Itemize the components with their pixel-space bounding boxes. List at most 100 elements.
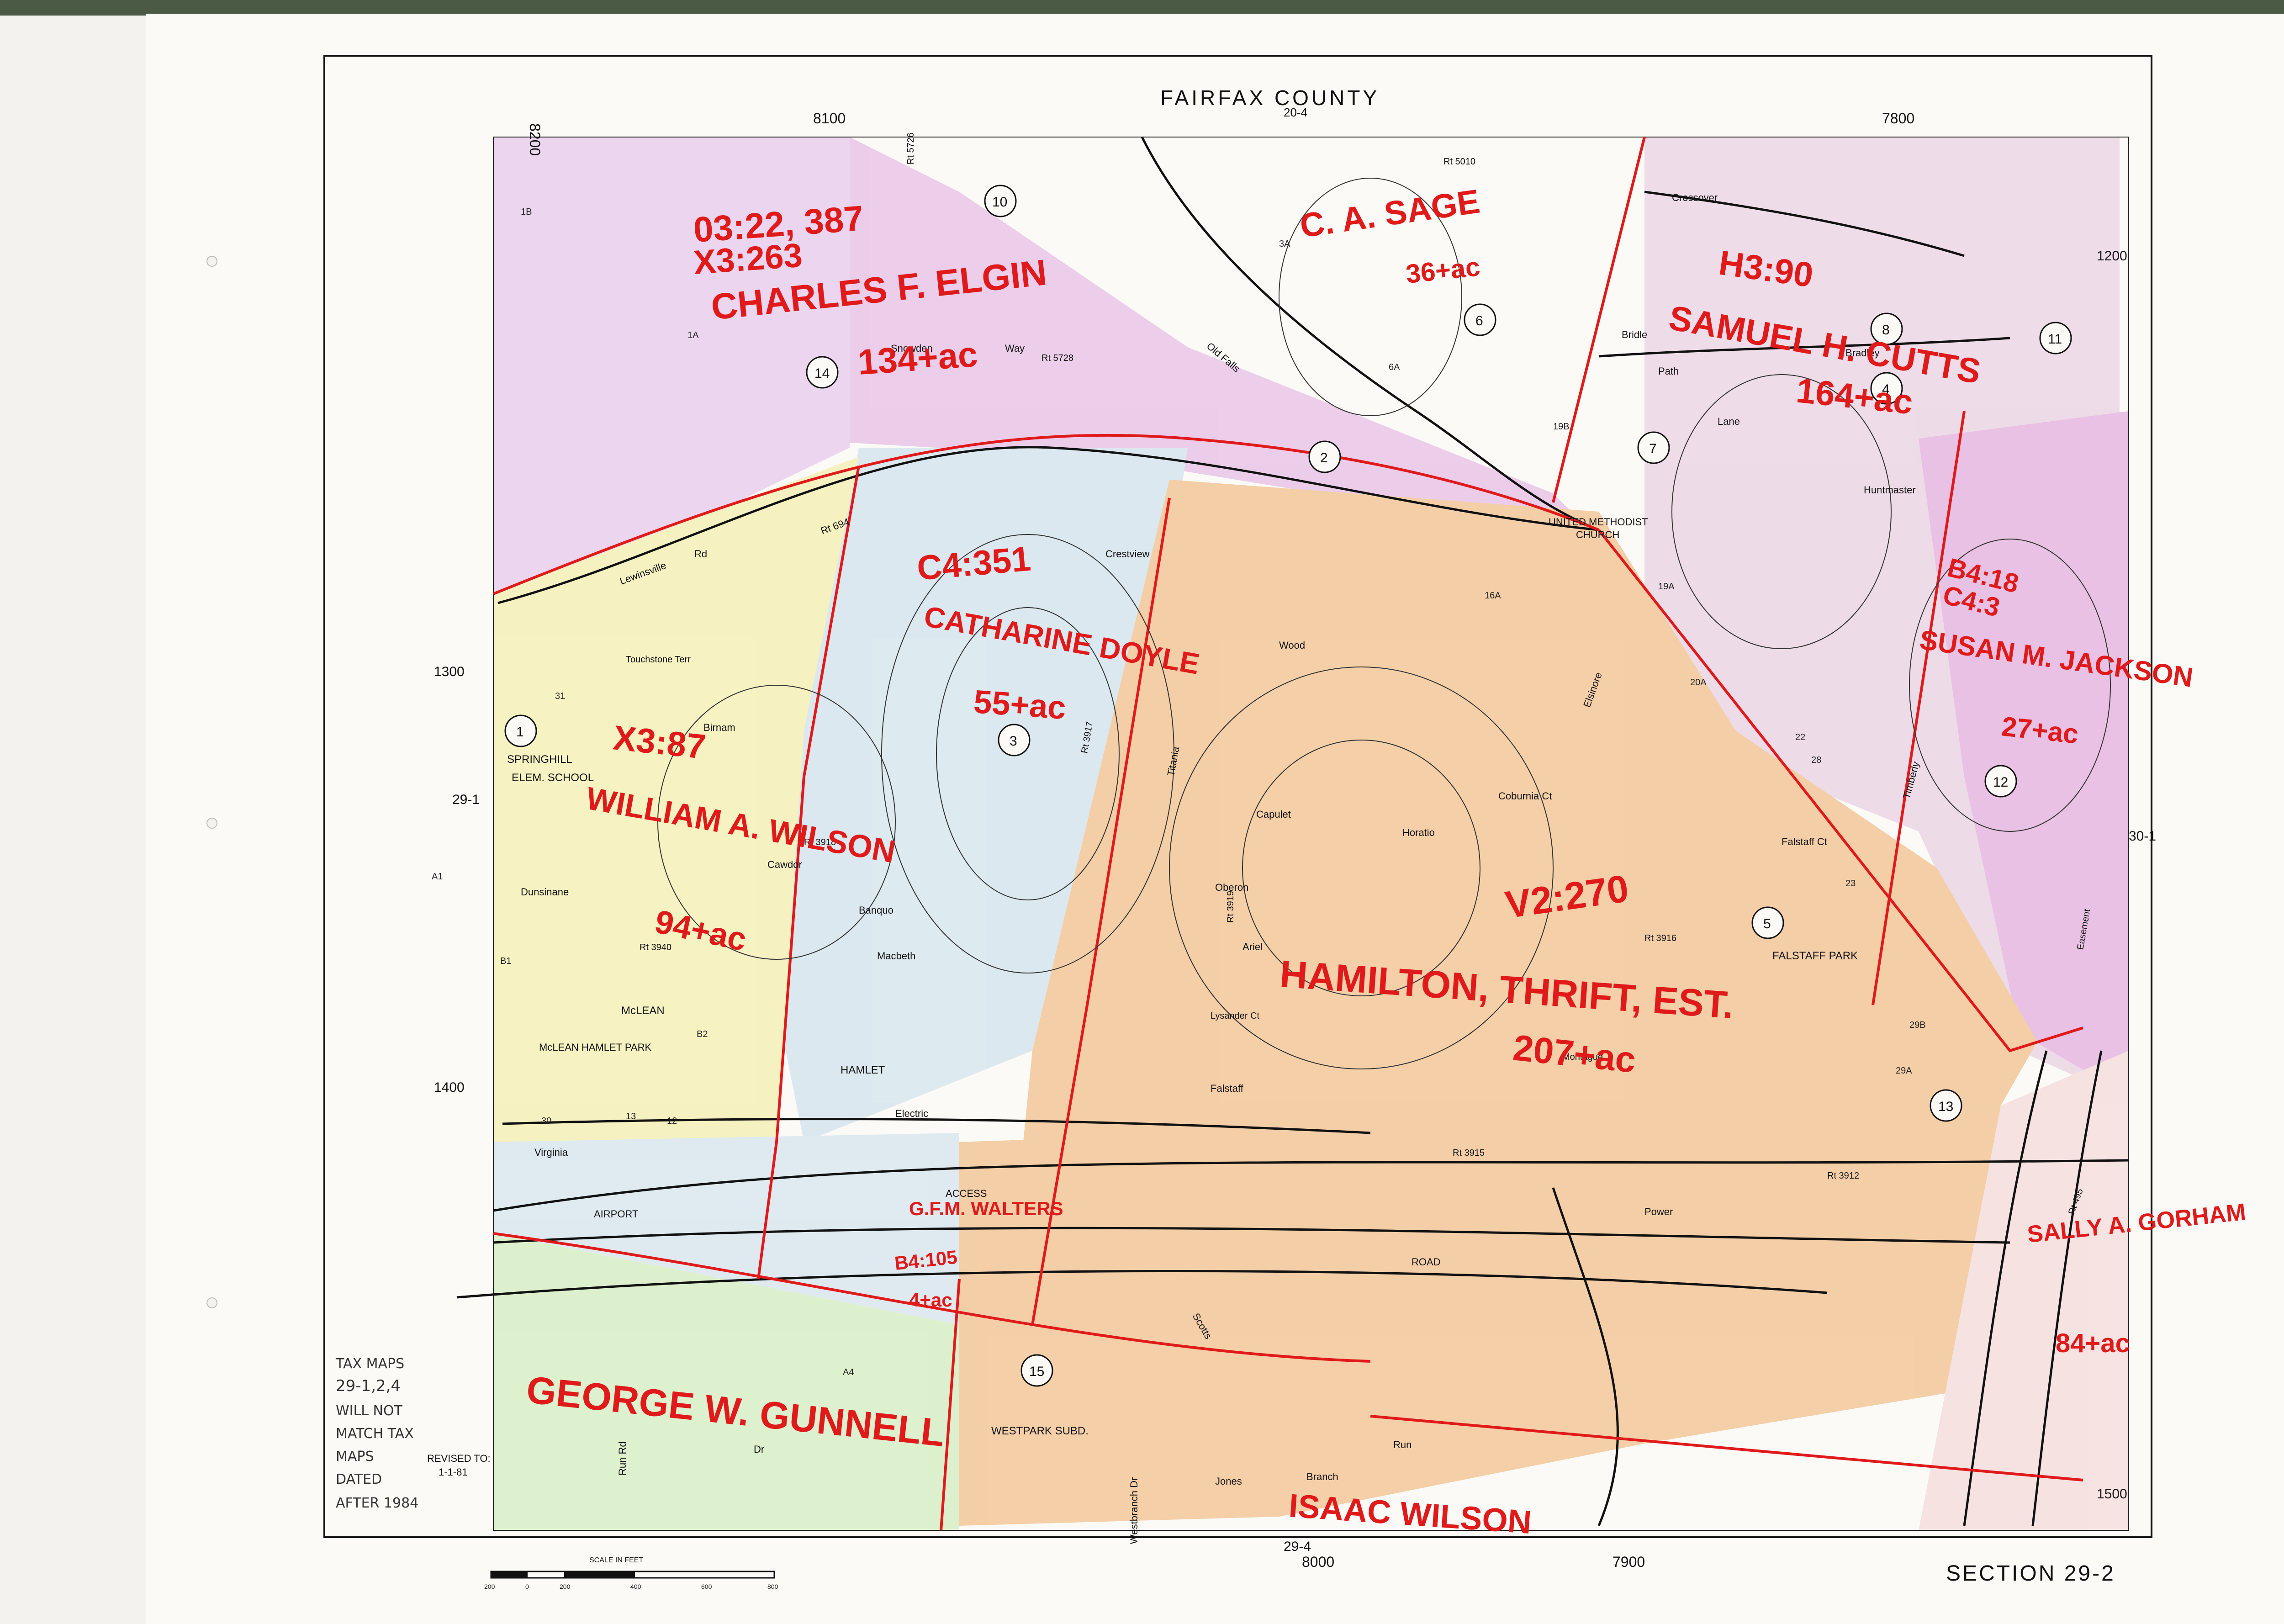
right-map-ref: 30-1 [2129, 829, 2156, 844]
parcel-number: 1 [516, 725, 524, 740]
isaac-wilson-name: ISAAC WILSON [1288, 1487, 1533, 1541]
route-label: Rt 3915 [1453, 1148, 1485, 1158]
church-label-2: CHURCH [1576, 529, 1619, 540]
wood-label: Wood [1279, 640, 1305, 651]
scale-bar: SCALE IN FEET 200 0 200 400 600 800 [484, 1556, 778, 1590]
macbeth-label: Macbeth [877, 950, 915, 962]
route-label: Rt 5010 [1443, 157, 1475, 167]
lot-number: 22 [1795, 732, 1805, 742]
huntmaster-label: Huntmaster [1864, 484, 1916, 496]
parcel-number: 7 [1649, 441, 1657, 456]
parcel-number: 14 [814, 366, 830, 381]
coburnia-label: Coburnia Ct [1498, 790, 1552, 802]
gorham-area: 84+ac [2056, 1328, 2130, 1358]
lot-number: 3A [1279, 239, 1290, 249]
parcel-number: 10 [992, 195, 1007, 210]
top-map-ref: 20-4 [1284, 106, 1307, 119]
doyle-area: 55+ac [973, 683, 1067, 726]
parcel-number: 15 [1029, 1364, 1044, 1379]
airport-label: AIRPORT [594, 1208, 638, 1220]
note-line: TAX MAPS [335, 1356, 404, 1372]
route-label: Rt 5726 [906, 132, 916, 164]
lot-number: 19A [1658, 582, 1675, 592]
note-line: AFTER 1984 [336, 1495, 418, 1511]
route-label: Rt 3940 [640, 942, 671, 952]
scale-tick: 400 [630, 1583, 641, 1590]
scale-tick: 600 [701, 1583, 712, 1590]
school-label-2: ELEM. SCHOOL [512, 772, 594, 784]
elgin-area: 134+ac [856, 334, 979, 382]
road-label: ROAD [1412, 1256, 1441, 1268]
way-label: Way [1005, 343, 1025, 354]
region-lower-orange [959, 1106, 2083, 1526]
dr-label: Dr [754, 1444, 764, 1455]
note-line: MATCH TAX [336, 1426, 414, 1442]
lot-number: 13 [626, 1111, 636, 1121]
scale-tick: 200 [560, 1583, 571, 1590]
cawdor-label: Cawdor [767, 859, 802, 870]
parcel-number: 13 [1938, 1099, 1953, 1114]
note-line: WILL NOT [336, 1403, 403, 1419]
revised-label: REVISED TO: [427, 1453, 491, 1464]
virginia-label: Virginia [534, 1147, 568, 1158]
grid-label: 1400 [434, 1080, 465, 1095]
run-label: Run [1393, 1439, 1412, 1450]
power-label: Power [1644, 1206, 1673, 1217]
capulet-label: Capulet [1256, 809, 1291, 820]
path-label: Path [1658, 365, 1679, 377]
lot-number: 29A [1896, 1066, 1912, 1076]
left-map-ref: 29-1 [452, 792, 480, 807]
margin-note: TAX MAPS 29-1,2,4 WILL NOT MATCH TAX MAP… [335, 1356, 418, 1511]
walters-area: 4+ac [909, 1289, 952, 1311]
grid-label: 8100 [813, 110, 846, 127]
lot-number: 19B [1553, 422, 1570, 432]
revised-date: 1-1-81 [439, 1466, 468, 1478]
horatio-label: Horatio [1402, 827, 1435, 838]
boundary-cutts [1552, 137, 1646, 503]
crestview-label: Crestview [1105, 548, 1150, 560]
note-line: MAPS [336, 1449, 374, 1465]
lot-number: A1 [432, 872, 443, 882]
section-label: SECTION 29-2 [1946, 1561, 2115, 1586]
lysander-label: Lysander Ct [1211, 1011, 1260, 1021]
mclean-label: McLEAN [621, 1005, 665, 1017]
lot-number: B1 [500, 956, 511, 966]
jones-label: Jones [1215, 1476, 1242, 1487]
church-label: UNITED METHODIST [1549, 516, 1648, 528]
tax-map: FAIRFAX COUNTY 20-4 29-4 29-1 30-1 SECTI… [323, 55, 2247, 1590]
lot-number: 1A [687, 330, 699, 340]
westbranch-label: Westbranch Dr [1128, 1477, 1140, 1544]
lot-number: 16A [1485, 591, 1501, 601]
falstaff-label: Falstaff [1211, 1083, 1244, 1094]
bridle-label: Bridle [1622, 329, 1647, 340]
rd-label: Rd [694, 548, 707, 560]
lot-number: 28 [1811, 755, 1821, 765]
note-line: 29-1,2,4 [336, 1377, 401, 1395]
lot-number: 23 [1845, 878, 1856, 889]
scale-tick: 200 [484, 1583, 495, 1590]
lane-label: Lane [1718, 416, 1740, 427]
route-label: Rt 3912 [1827, 1171, 1859, 1181]
route-label: Rt 3916 [1644, 933, 1676, 943]
lot-number: 1B [521, 207, 532, 217]
walters-name: G.F.M. WALTERS [909, 1198, 1063, 1219]
lot-number: 6A [1389, 362, 1400, 372]
school-label: SPRINGHILL [507, 753, 572, 766]
falstaff-ct-label: Falstaff Ct [1782, 836, 1827, 847]
scale-tick: 800 [767, 1583, 778, 1590]
birnam-label: Birnam [703, 722, 735, 733]
lot-number: 29B [1909, 1020, 1926, 1030]
touchstone-label: Touchstone Terr [626, 655, 691, 665]
lot-number: 20A [1690, 677, 1707, 688]
parcel-number: 2 [1320, 450, 1328, 466]
grid-label: 8200 [527, 123, 543, 156]
grid-label: 7800 [1882, 110, 1914, 127]
banquo-label: Banquo [859, 905, 894, 916]
crossover-label: Crossover [1672, 192, 1718, 203]
electric-label: Electric [895, 1108, 928, 1119]
elgin-refs-2: X3:263 [692, 236, 804, 281]
parcel-number: 6 [1475, 313, 1483, 328]
dunsinane-label: Dunsinane [521, 886, 569, 898]
lot-number: B2 [697, 1029, 708, 1039]
parcel-number: 12 [1993, 775, 2008, 790]
